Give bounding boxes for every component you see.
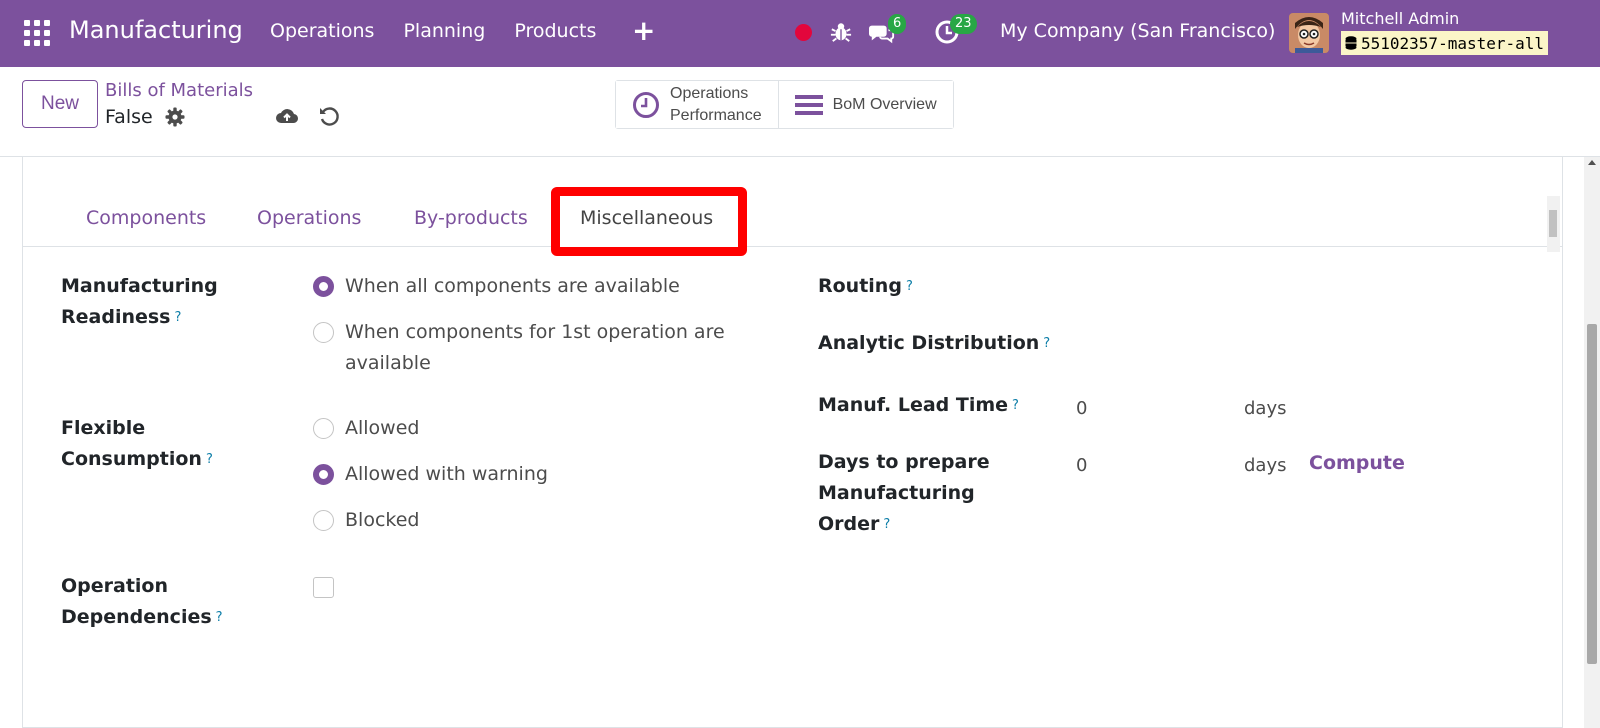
tab-operations[interactable]: Operations	[257, 207, 361, 229]
menu-products[interactable]: Products	[514, 20, 596, 42]
radio-icon[interactable]	[313, 418, 334, 439]
readiness-option-first[interactable]: When components for 1st operation are av…	[313, 317, 725, 379]
operations-performance-line2: Performance	[670, 106, 762, 124]
bug-icon[interactable]	[830, 21, 852, 43]
new-button[interactable]: New	[22, 80, 98, 128]
inner-scrollbar[interactable]	[1547, 196, 1560, 252]
help-icon[interactable]: ?	[216, 610, 223, 625]
user-name[interactable]: Mitchell Admin	[1341, 9, 1459, 28]
help-icon[interactable]: ?	[206, 452, 213, 467]
menu-operations[interactable]: Operations	[270, 20, 374, 42]
database-tag: 55102357-master-all	[1341, 31, 1549, 55]
readiness-option-all[interactable]: When all components are available	[313, 271, 680, 302]
plus-icon[interactable]: +	[632, 14, 655, 47]
page-scrollbar-thumb[interactable]	[1587, 324, 1597, 664]
days-prepare-unit: days	[1244, 455, 1287, 476]
consumption-blocked-label: Blocked	[345, 509, 420, 531]
company-switcher[interactable]: My Company (San Francisco)	[1000, 20, 1275, 42]
readiness-option-first-label: When components for 1st operation are	[345, 321, 725, 343]
scroll-up-arrow-icon[interactable]	[1588, 160, 1596, 165]
readiness-option-first-label2: available	[345, 352, 431, 374]
days-prepare-input[interactable]: 0	[1076, 455, 1087, 476]
consumption-option-blocked[interactable]: Blocked	[313, 505, 419, 536]
clock-icon	[633, 91, 659, 118]
help-icon[interactable]: ?	[1043, 336, 1050, 351]
compute-button[interactable]: Compute	[1309, 452, 1405, 474]
routing-label-text: Routing	[818, 275, 902, 297]
radio-icon[interactable]	[313, 510, 334, 531]
messages-badge: 6	[888, 14, 907, 34]
operations-performance-line1: Operations	[670, 84, 749, 102]
consumption-option-allowed[interactable]: Allowed	[313, 413, 419, 444]
dp-label-line3: Order	[818, 513, 880, 535]
database-icon	[1345, 36, 1357, 50]
tab-components[interactable]: Components	[86, 207, 206, 229]
record-icon[interactable]	[795, 24, 812, 41]
operation-dependencies-checkbox[interactable]	[313, 577, 334, 598]
bom-overview-button[interactable]: BoM Overview	[777, 81, 953, 128]
tab-by-products[interactable]: By-products	[414, 207, 528, 229]
od-label-line1: Operation	[61, 575, 169, 597]
apps-menu-icon[interactable]	[24, 20, 50, 46]
operations-performance-button[interactable]: Operations Performance	[616, 81, 778, 128]
mr-label-line1: Manufacturing	[61, 275, 218, 297]
form-sheet: Components Operations By-products Miscel…	[22, 157, 1563, 728]
fc-label-line2: Consumption	[61, 448, 202, 470]
fc-label-line1: Flexible	[61, 417, 146, 439]
main-menu: Operations Planning Products	[270, 20, 596, 42]
top-navbar: Manufacturing Operations Planning Produc…	[0, 0, 1600, 67]
flexible-consumption-label: Flexible Consumption?	[61, 413, 213, 475]
menu-planning[interactable]: Planning	[403, 20, 485, 42]
manufacturing-readiness-label: Manufacturing Readiness?	[61, 271, 218, 333]
page-scrollbar[interactable]	[1584, 157, 1600, 728]
days-prepare-label: Days to prepare Manufacturing Order?	[818, 447, 990, 540]
help-icon[interactable]: ?	[1012, 398, 1019, 413]
lead-time-unit: days	[1244, 398, 1287, 419]
inner-scrollbar-thumb[interactable]	[1549, 210, 1557, 237]
cloud-upload-icon[interactable]	[275, 106, 299, 126]
gear-icon[interactable]	[165, 107, 185, 127]
dp-label-line2: Manufacturing	[818, 482, 975, 504]
record-name: False	[105, 106, 153, 128]
analytic-label-text: Analytic Distribution	[818, 332, 1040, 354]
analytic-distribution-label: Analytic Distribution?	[818, 328, 1050, 359]
app-brand[interactable]: Manufacturing	[69, 16, 243, 44]
radio-selected-icon[interactable]	[313, 276, 334, 297]
user-avatar[interactable]	[1289, 13, 1329, 53]
control-panel: New Bills of Materials False Operations …	[0, 67, 1600, 157]
smart-buttons: Operations Performance BoM Overview	[615, 80, 954, 129]
mr-label-line2: Readiness	[61, 306, 171, 328]
lead-time-label: Manuf. Lead Time?	[818, 390, 1019, 421]
od-label-line2: Dependencies	[61, 606, 212, 628]
tab-miscellaneous[interactable]: Miscellaneous	[580, 207, 713, 229]
help-icon[interactable]: ?	[906, 279, 913, 294]
activities-badge: 23	[950, 14, 977, 34]
database-name: 55102357-master-all	[1361, 33, 1545, 53]
lead-time-input[interactable]: 0	[1076, 398, 1087, 419]
radio-icon[interactable]	[313, 322, 334, 343]
lead-time-label-text: Manuf. Lead Time	[818, 394, 1009, 416]
bom-overview-label: BoM Overview	[832, 95, 937, 113]
breadcrumb[interactable]: Bills of Materials	[105, 80, 253, 101]
consumption-warning-label: Allowed with warning	[345, 463, 548, 485]
routing-label: Routing?	[818, 271, 913, 302]
operation-dependencies-label: Operation Dependencies?	[61, 571, 223, 633]
bars-icon	[794, 94, 823, 115]
consumption-allowed-label: Allowed	[345, 417, 420, 439]
readiness-option-all-label: When all components are available	[345, 275, 680, 297]
dp-label-line1: Days to prepare	[818, 451, 990, 473]
discard-icon[interactable]	[318, 105, 340, 127]
radio-selected-icon[interactable]	[313, 464, 334, 485]
consumption-option-warning[interactable]: Allowed with warning	[313, 459, 548, 490]
help-icon[interactable]: ?	[174, 310, 181, 325]
notebook-tabs: Components Operations By-products Miscel…	[23, 187, 1562, 256]
help-icon[interactable]: ?	[883, 517, 890, 532]
